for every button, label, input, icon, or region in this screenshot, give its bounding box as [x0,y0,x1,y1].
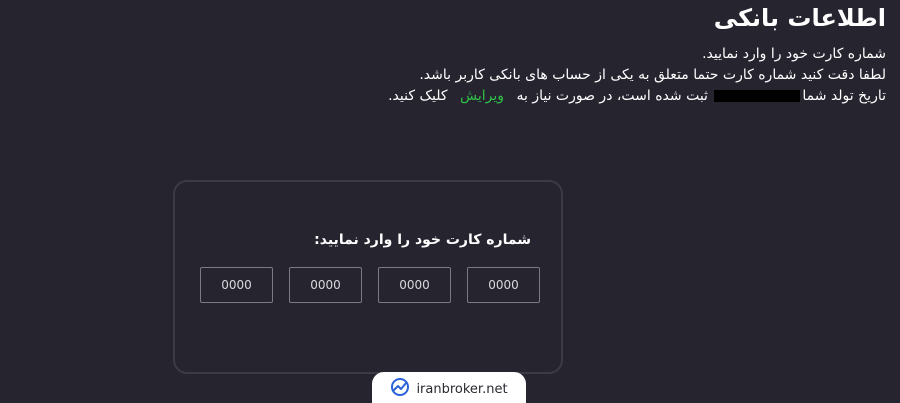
chart-trend-icon [390,377,410,401]
card-number-field-3[interactable] [378,267,451,303]
card-number-field-1[interactable] [200,267,273,303]
card-number-field-2[interactable] [289,267,362,303]
redacted-birthdate [714,90,801,102]
birthdate-middle: ثبت شده است، در صورت نیاز به [516,88,708,104]
card-number-label: شماره کارت خود را وارد نمایید: [314,232,531,248]
edit-link[interactable]: ویرایش [452,88,512,104]
card-number-field-4[interactable] [467,267,540,303]
page: اطلاعات بانکی شماره کارت خود را وارد نما… [0,0,900,403]
card-number-panel: شماره کارت خود را وارد نمایید: [173,180,563,374]
birthdate-prefix: تاریخ تولد شما [802,88,886,104]
birthdate-suffix: کلیک کنید. [388,88,448,104]
watermark: iranbroker.net [372,372,526,403]
watermark-text: iranbroker.net [416,381,508,397]
info-line-2: لطفا دقت کنید شماره کارت حتما متعلق به ی… [419,67,886,83]
page-title: اطلاعات بانکی [713,4,886,32]
info-line-1: شماره کارت خود را وارد نمایید. [702,46,886,62]
info-text: شماره کارت خود را وارد نمایید. لطفا دقت … [388,44,886,107]
info-line-3: تاریخ تولد شما ثبت شده است، در صورت نیاز… [388,86,886,107]
card-number-inputs [200,267,540,303]
